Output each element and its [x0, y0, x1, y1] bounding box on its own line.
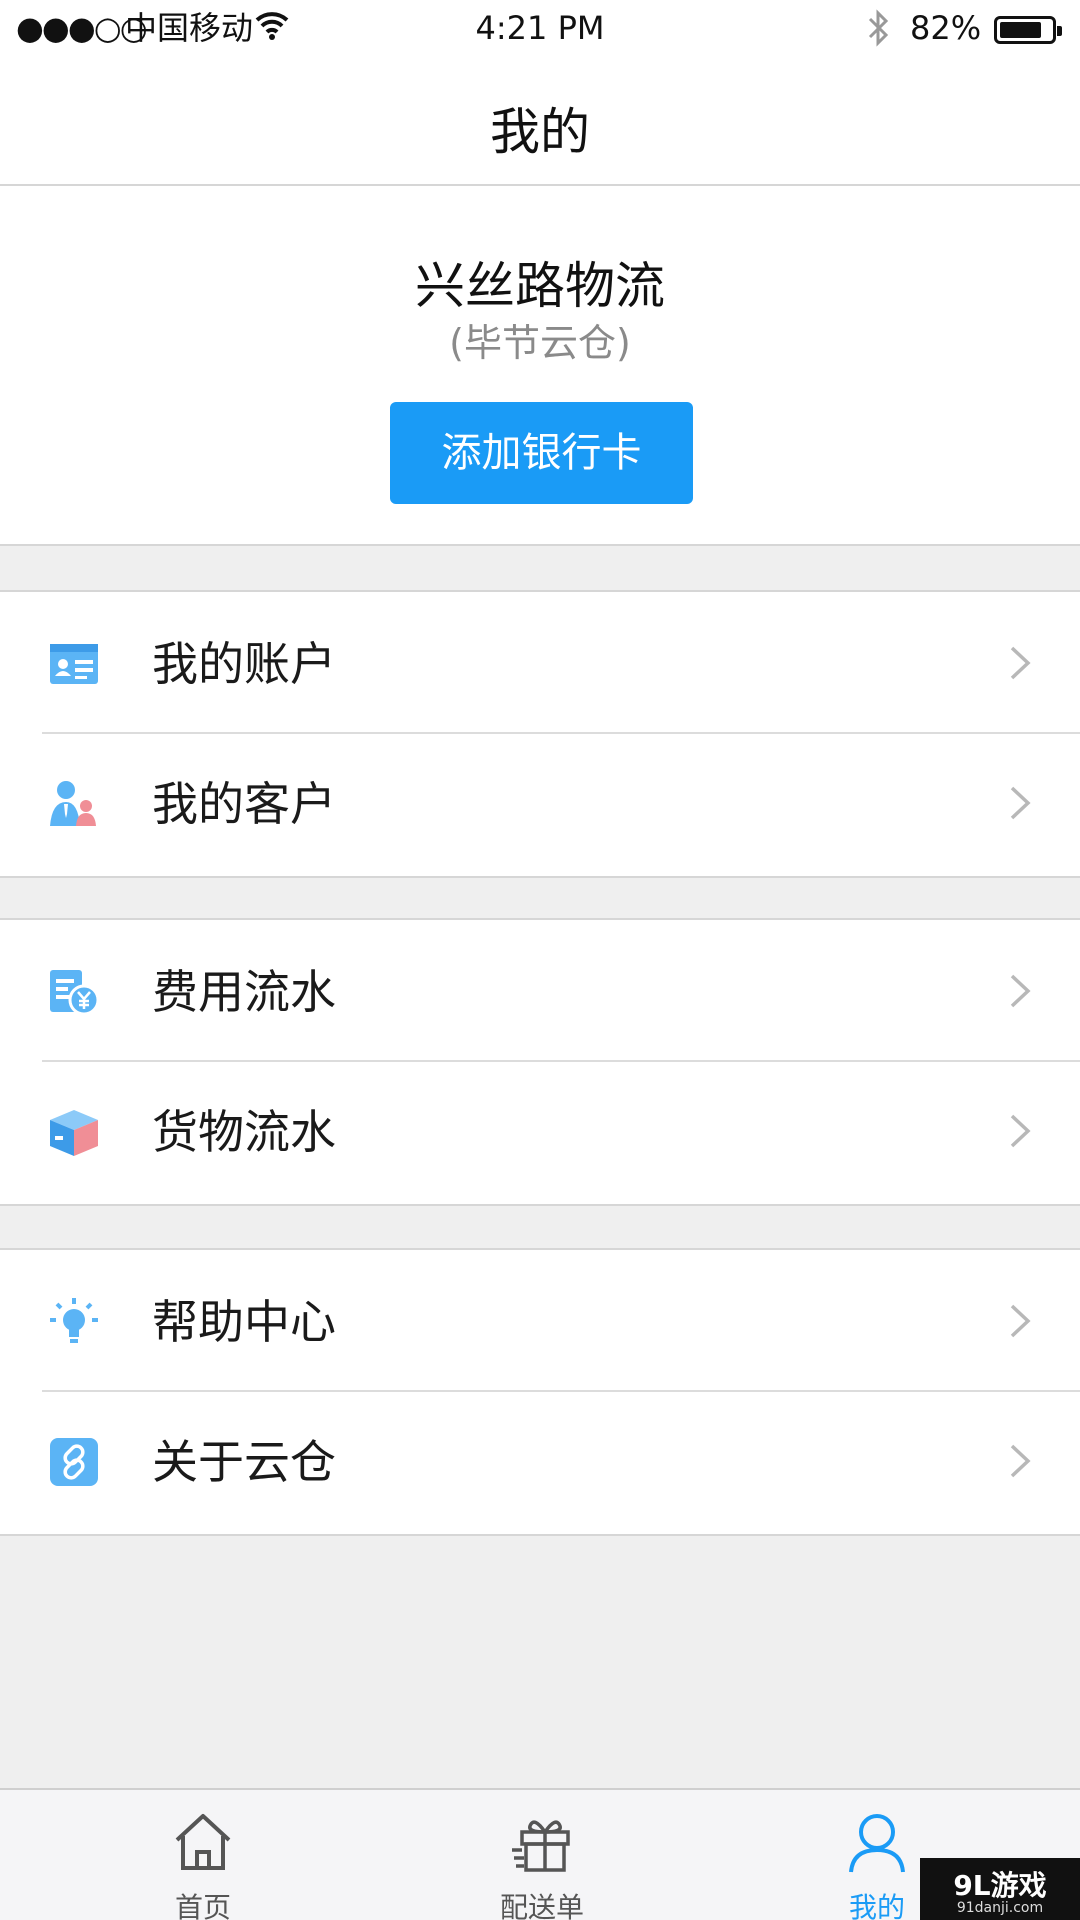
battery-fill [1000, 22, 1041, 38]
navigation-bar: 我的 [0, 56, 1080, 186]
user-icon [849, 1814, 905, 1873]
home-icon [175, 1814, 231, 1870]
chevron-right-icon [1010, 646, 1031, 680]
menu-item-label: 我的账户 [152, 637, 336, 691]
customers-icon [50, 781, 96, 826]
id-card-icon [50, 644, 98, 684]
menu-item-label: 关于云仓 [152, 1435, 336, 1489]
menu-item-label: 货物流水 [152, 1105, 336, 1159]
tab-bar: 首页 配送单 我的 [0, 1788, 1080, 1920]
page-title: 我的 [490, 103, 590, 161]
chevron-right-icon [1010, 786, 1031, 820]
tab-home[interactable]: 首页 [103, 1790, 303, 1920]
watermark-logo-text: 9L游戏 [953, 1869, 1047, 1902]
add-bank-card-button[interactable]: 添加银行卡 [390, 402, 693, 504]
link-icon [50, 1438, 98, 1486]
gift-icon [512, 1820, 570, 1872]
menu-item-fee-ledger[interactable]: 费用流水 [0, 920, 1080, 1060]
battery-percent: 82% [910, 9, 982, 47]
menu-item-help-center[interactable]: 帮助中心 [0, 1250, 1080, 1390]
menu-item-goods-ledger[interactable]: 货物流水 [0, 1060, 1080, 1200]
menu-item-my-account[interactable]: 我的账户 [0, 592, 1080, 732]
menu-group-accounts: 我的账户 我的客户 [0, 590, 1080, 878]
status-bar: ●●●○○ 中国移动 4:21 PM 82% [0, 0, 1080, 56]
menu-group-ledgers: 费用流水 货物流水 [0, 918, 1080, 1206]
bluetooth-icon [868, 9, 889, 47]
chevron-right-icon [1010, 1304, 1031, 1338]
menu-item-my-customers[interactable]: 我的客户 [0, 732, 1080, 872]
menu-item-label: 费用流水 [152, 965, 336, 1019]
chevron-right-icon [1010, 974, 1031, 1008]
company-subtitle: (毕节云仓) [449, 321, 631, 365]
menu-group-support: 帮助中心 关于云仓 [0, 1248, 1080, 1536]
tab-label: 首页 [174, 1891, 231, 1920]
package-icon [50, 1110, 98, 1156]
tab-label: 配送单 [499, 1891, 584, 1920]
profile-header: 兴丝路物流 (毕节云仓) 添加银行卡 [0, 186, 1080, 546]
watermark-url: 91danji.com [956, 1900, 1044, 1916]
site-watermark: 9L游戏 91danji.com [920, 1858, 1080, 1920]
menu-item-label: 我的客户 [152, 777, 336, 831]
tab-delivery-orders[interactable]: 配送单 [442, 1790, 642, 1920]
company-name: 兴丝路物流 [415, 257, 665, 315]
fee-ledger-icon [50, 970, 100, 1016]
menu-item-label: 帮助中心 [152, 1295, 336, 1349]
lightbulb-icon [50, 1298, 98, 1343]
chevron-right-icon [1010, 1444, 1031, 1478]
battery-icon [994, 16, 1062, 44]
menu-item-about[interactable]: 关于云仓 [0, 1390, 1080, 1530]
chevron-right-icon [1010, 1114, 1031, 1148]
